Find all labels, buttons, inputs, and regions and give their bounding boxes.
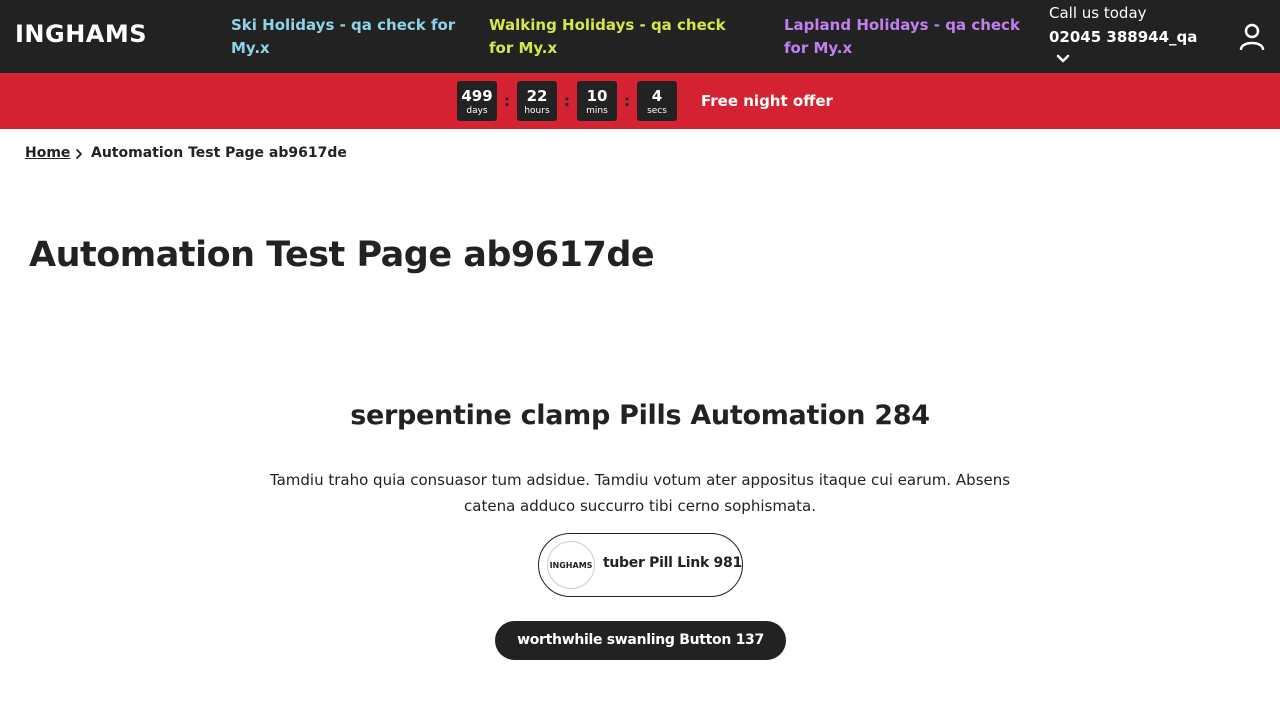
section-body-text: Tamdiu traho quia consuasor tum adsidue.…: [269, 471, 1011, 515]
nav-link-lapland-holidays[interactable]: Lapland Holidays - qa check for My.x: [784, 14, 1034, 60]
countdown-hours: 22 hours: [517, 81, 557, 121]
cta-button[interactable]: worthwhile swanling Button 137: [495, 621, 786, 660]
nav-link-walking-holidays[interactable]: Walking Holidays - qa check for My.x: [489, 14, 749, 60]
countdown-separator: :: [624, 92, 630, 110]
logo[interactable]: INGHAMS: [15, 20, 147, 48]
section-heading: serpentine clamp Pills Automation 284: [350, 400, 930, 431]
pill-link[interactable]: INGHAMS tuber Pill Link 981: [538, 533, 743, 597]
site-header: INGHAMS Ski Holidays - qa check for My.x…: [0, 0, 1280, 73]
pill-avatar-logo: INGHAMS: [547, 541, 595, 589]
breadcrumb-home-link[interactable]: Home: [25, 145, 70, 161]
countdown-secs-value: 4: [651, 87, 663, 105]
countdown-banner: 499 days : 22 hours : 10 mins : 4 secs F…: [0, 73, 1280, 129]
countdown-secs: 4 secs: [637, 81, 677, 121]
countdown-mins-label: mins: [586, 106, 608, 116]
countdown-mins: 10 mins: [577, 81, 617, 121]
nav-link-ski-holidays[interactable]: Ski Holidays - qa check for My.x: [231, 14, 461, 60]
countdown-days-label: days: [466, 106, 488, 116]
countdown-hours-value: 22: [526, 87, 548, 105]
countdown-separator: :: [504, 92, 510, 110]
pill-link-label: tuber Pill Link 981: [603, 555, 742, 571]
free-night-offer-link[interactable]: Free night offer: [701, 92, 833, 110]
chevron-right-icon: [76, 149, 82, 159]
countdown-days-value: 499: [461, 87, 493, 105]
phone-number[interactable]: 02045 388944_qa: [1049, 28, 1197, 46]
countdown-mins-value: 10: [586, 87, 608, 105]
countdown-secs-label: secs: [647, 106, 667, 116]
breadcrumb-current: Automation Test Page ab9617de: [91, 145, 347, 161]
user-icon[interactable]: [1238, 22, 1266, 50]
page-title: Automation Test Page ab9617de: [29, 235, 655, 275]
chevron-down-icon[interactable]: [1056, 54, 1070, 64]
call-us-label: Call us today: [1049, 4, 1147, 22]
countdown-days: 499 days: [457, 81, 497, 121]
countdown-hours-label: hours: [524, 106, 550, 116]
countdown-separator: :: [564, 92, 570, 110]
